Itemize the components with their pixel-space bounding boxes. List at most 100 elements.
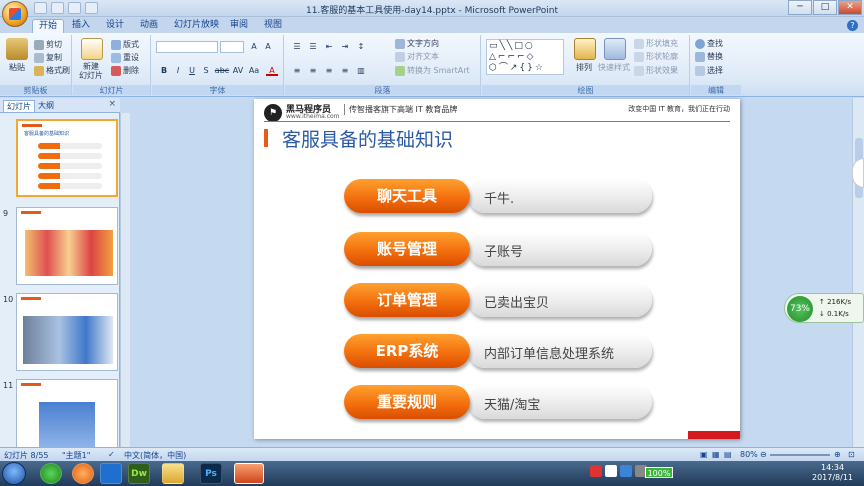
- text-direction-button[interactable]: 文字方向: [395, 38, 439, 49]
- maximize-button[interactable]: □: [813, 0, 837, 15]
- slide-canvas[interactable]: ⚑ 黑马程序员 www.itheima.com 传智播客旗下高端 IT 教育品牌…: [254, 99, 740, 439]
- thumb-header: [21, 383, 41, 386]
- align-text-button[interactable]: 对齐文本: [395, 51, 439, 62]
- side-widget-icon[interactable]: [852, 158, 864, 188]
- replace-button[interactable]: 替换: [695, 51, 723, 62]
- layout-button[interactable]: 版式: [111, 39, 139, 50]
- decrease-indent-icon[interactable]: ⇤: [323, 41, 335, 52]
- slide-thumbnail[interactable]: 客服具备的基础知识: [16, 119, 118, 197]
- zoom-out-icon[interactable]: ⊖: [760, 450, 767, 459]
- tab-insert[interactable]: 插入: [66, 19, 96, 33]
- tab-animations[interactable]: 动画: [134, 19, 164, 33]
- zoom-level[interactable]: 80%: [740, 450, 758, 459]
- new-slide-button[interactable]: 新建 幻灯片: [79, 62, 103, 80]
- tab-slideshow[interactable]: 幻灯片放映: [168, 19, 225, 33]
- justify-icon[interactable]: ≡: [339, 65, 351, 76]
- network-speed-widget[interactable]: 73% ↑ 216K/s ↓ 0.1K/s: [784, 293, 864, 323]
- bold-button[interactable]: B: [158, 65, 170, 76]
- slide-thumbnail[interactable]: [16, 379, 118, 447]
- dreamweaver-icon[interactable]: Dw: [128, 463, 150, 484]
- new-slide-icon[interactable]: [81, 38, 103, 60]
- numbering-icon[interactable]: ☰: [307, 41, 319, 52]
- tab-view[interactable]: 视图: [258, 19, 288, 33]
- spacing-button[interactable]: AV: [232, 65, 244, 76]
- line-spacing-icon[interactable]: ↕: [355, 41, 367, 52]
- font-size-combo[interactable]: [220, 41, 244, 53]
- shape-fill-button[interactable]: 形状填充: [634, 38, 678, 49]
- close-button[interactable]: ✕: [838, 0, 862, 15]
- close-panel-icon[interactable]: ×: [108, 99, 116, 109]
- tray-icon[interactable]: [590, 465, 602, 477]
- powerpoint-icon[interactable]: [234, 463, 264, 484]
- battery-indicator[interactable]: 100%: [645, 467, 673, 478]
- find-button[interactable]: 查找: [695, 38, 723, 49]
- language[interactable]: 中文(简体，中国): [124, 450, 186, 461]
- minimize-button[interactable]: ─: [788, 0, 812, 15]
- tab-home[interactable]: 开始: [32, 19, 65, 33]
- shapes-gallery[interactable]: ▭╲╲□○ △⌐⌐⌐◇ ⬡⌒↗{}☆: [486, 39, 564, 75]
- tray-icon[interactable]: [620, 465, 632, 477]
- shrink-font-icon[interactable]: A: [262, 41, 274, 52]
- tab-outline[interactable]: 大纲: [38, 100, 54, 111]
- paste-icon[interactable]: [6, 38, 28, 60]
- delete-button[interactable]: 删除: [111, 65, 139, 76]
- select-button[interactable]: 选择: [695, 65, 723, 76]
- start-button[interactable]: [2, 462, 26, 485]
- quick-styles-icon[interactable]: [604, 38, 626, 60]
- browser-icon[interactable]: [40, 463, 62, 484]
- font-name-combo[interactable]: [156, 41, 218, 53]
- slide-thumbnail[interactable]: [16, 207, 118, 285]
- change-case-button[interactable]: Aa: [248, 65, 260, 76]
- photoshop-icon[interactable]: Ps: [200, 463, 222, 484]
- normal-view-icon[interactable]: ▣: [700, 450, 708, 459]
- topic-row[interactable]: 天猫/淘宝 重要规则: [344, 385, 652, 423]
- row-label: ERP系统: [344, 334, 470, 368]
- app-icon[interactable]: [100, 463, 122, 484]
- format-painter-button[interactable]: 格式刷: [34, 65, 70, 76]
- tray-icon[interactable]: [605, 465, 617, 477]
- app-icon[interactable]: [72, 463, 94, 484]
- cut-button[interactable]: 剪切: [34, 39, 62, 50]
- arrange-icon[interactable]: [574, 38, 596, 60]
- zoom-slider[interactable]: [770, 454, 830, 456]
- slideshow-view-icon[interactable]: ▤: [724, 450, 732, 459]
- align-left-icon[interactable]: ≡: [291, 65, 303, 76]
- underline-button[interactable]: U: [186, 65, 198, 76]
- shadow-button[interactable]: S: [200, 65, 212, 76]
- topic-row[interactable]: 内部订单信息处理系统 ERP系统: [344, 334, 652, 372]
- bullets-icon[interactable]: ☰: [291, 41, 303, 52]
- zoom-in-icon[interactable]: ⊕: [834, 450, 841, 459]
- vertical-scrollbar[interactable]: [852, 98, 864, 447]
- tab-design[interactable]: 设计: [100, 19, 130, 33]
- topic-row[interactable]: 子账号 账号管理: [344, 232, 652, 270]
- thumbnail-scrollbar[interactable]: [120, 113, 130, 447]
- reset-button[interactable]: 重设: [111, 52, 139, 63]
- office-button[interactable]: [2, 1, 28, 27]
- paste-button[interactable]: 粘贴: [9, 62, 25, 73]
- strikethrough-button[interactable]: abc: [214, 65, 230, 76]
- align-center-icon[interactable]: ≡: [307, 65, 319, 76]
- spellcheck-icon[interactable]: ✓: [108, 450, 115, 459]
- italic-button[interactable]: I: [172, 65, 184, 76]
- smartart-button[interactable]: 转换为 SmartArt: [395, 65, 470, 76]
- shape-effects-button[interactable]: 形状效果: [634, 65, 678, 76]
- sorter-view-icon[interactable]: ▦: [712, 450, 720, 459]
- folder-icon[interactable]: [162, 463, 184, 484]
- copy-button[interactable]: 复制: [34, 52, 62, 63]
- fit-slide-icon[interactable]: ⊡: [848, 450, 855, 459]
- tab-review[interactable]: 审阅: [224, 19, 254, 33]
- topic-row[interactable]: 千牛. 聊天工具: [344, 179, 652, 217]
- shape-outline-button[interactable]: 形状轮廓: [634, 51, 678, 62]
- quick-styles-button[interactable]: 快速样式: [598, 62, 630, 73]
- help-icon[interactable]: ?: [847, 20, 858, 31]
- increase-indent-icon[interactable]: ⇥: [339, 41, 351, 52]
- font-color-button[interactable]: A: [266, 65, 278, 76]
- topic-row[interactable]: 已卖出宝贝 订单管理: [344, 283, 652, 321]
- align-right-icon[interactable]: ≡: [323, 65, 335, 76]
- columns-icon[interactable]: ▥: [355, 65, 367, 76]
- tab-slides[interactable]: 幻灯片: [3, 100, 35, 112]
- slide-thumbnail[interactable]: [16, 293, 118, 371]
- grow-font-icon[interactable]: A: [248, 41, 260, 52]
- arrange-button[interactable]: 排列: [576, 62, 592, 73]
- clock[interactable]: 14:34 2017/8/11: [812, 463, 853, 483]
